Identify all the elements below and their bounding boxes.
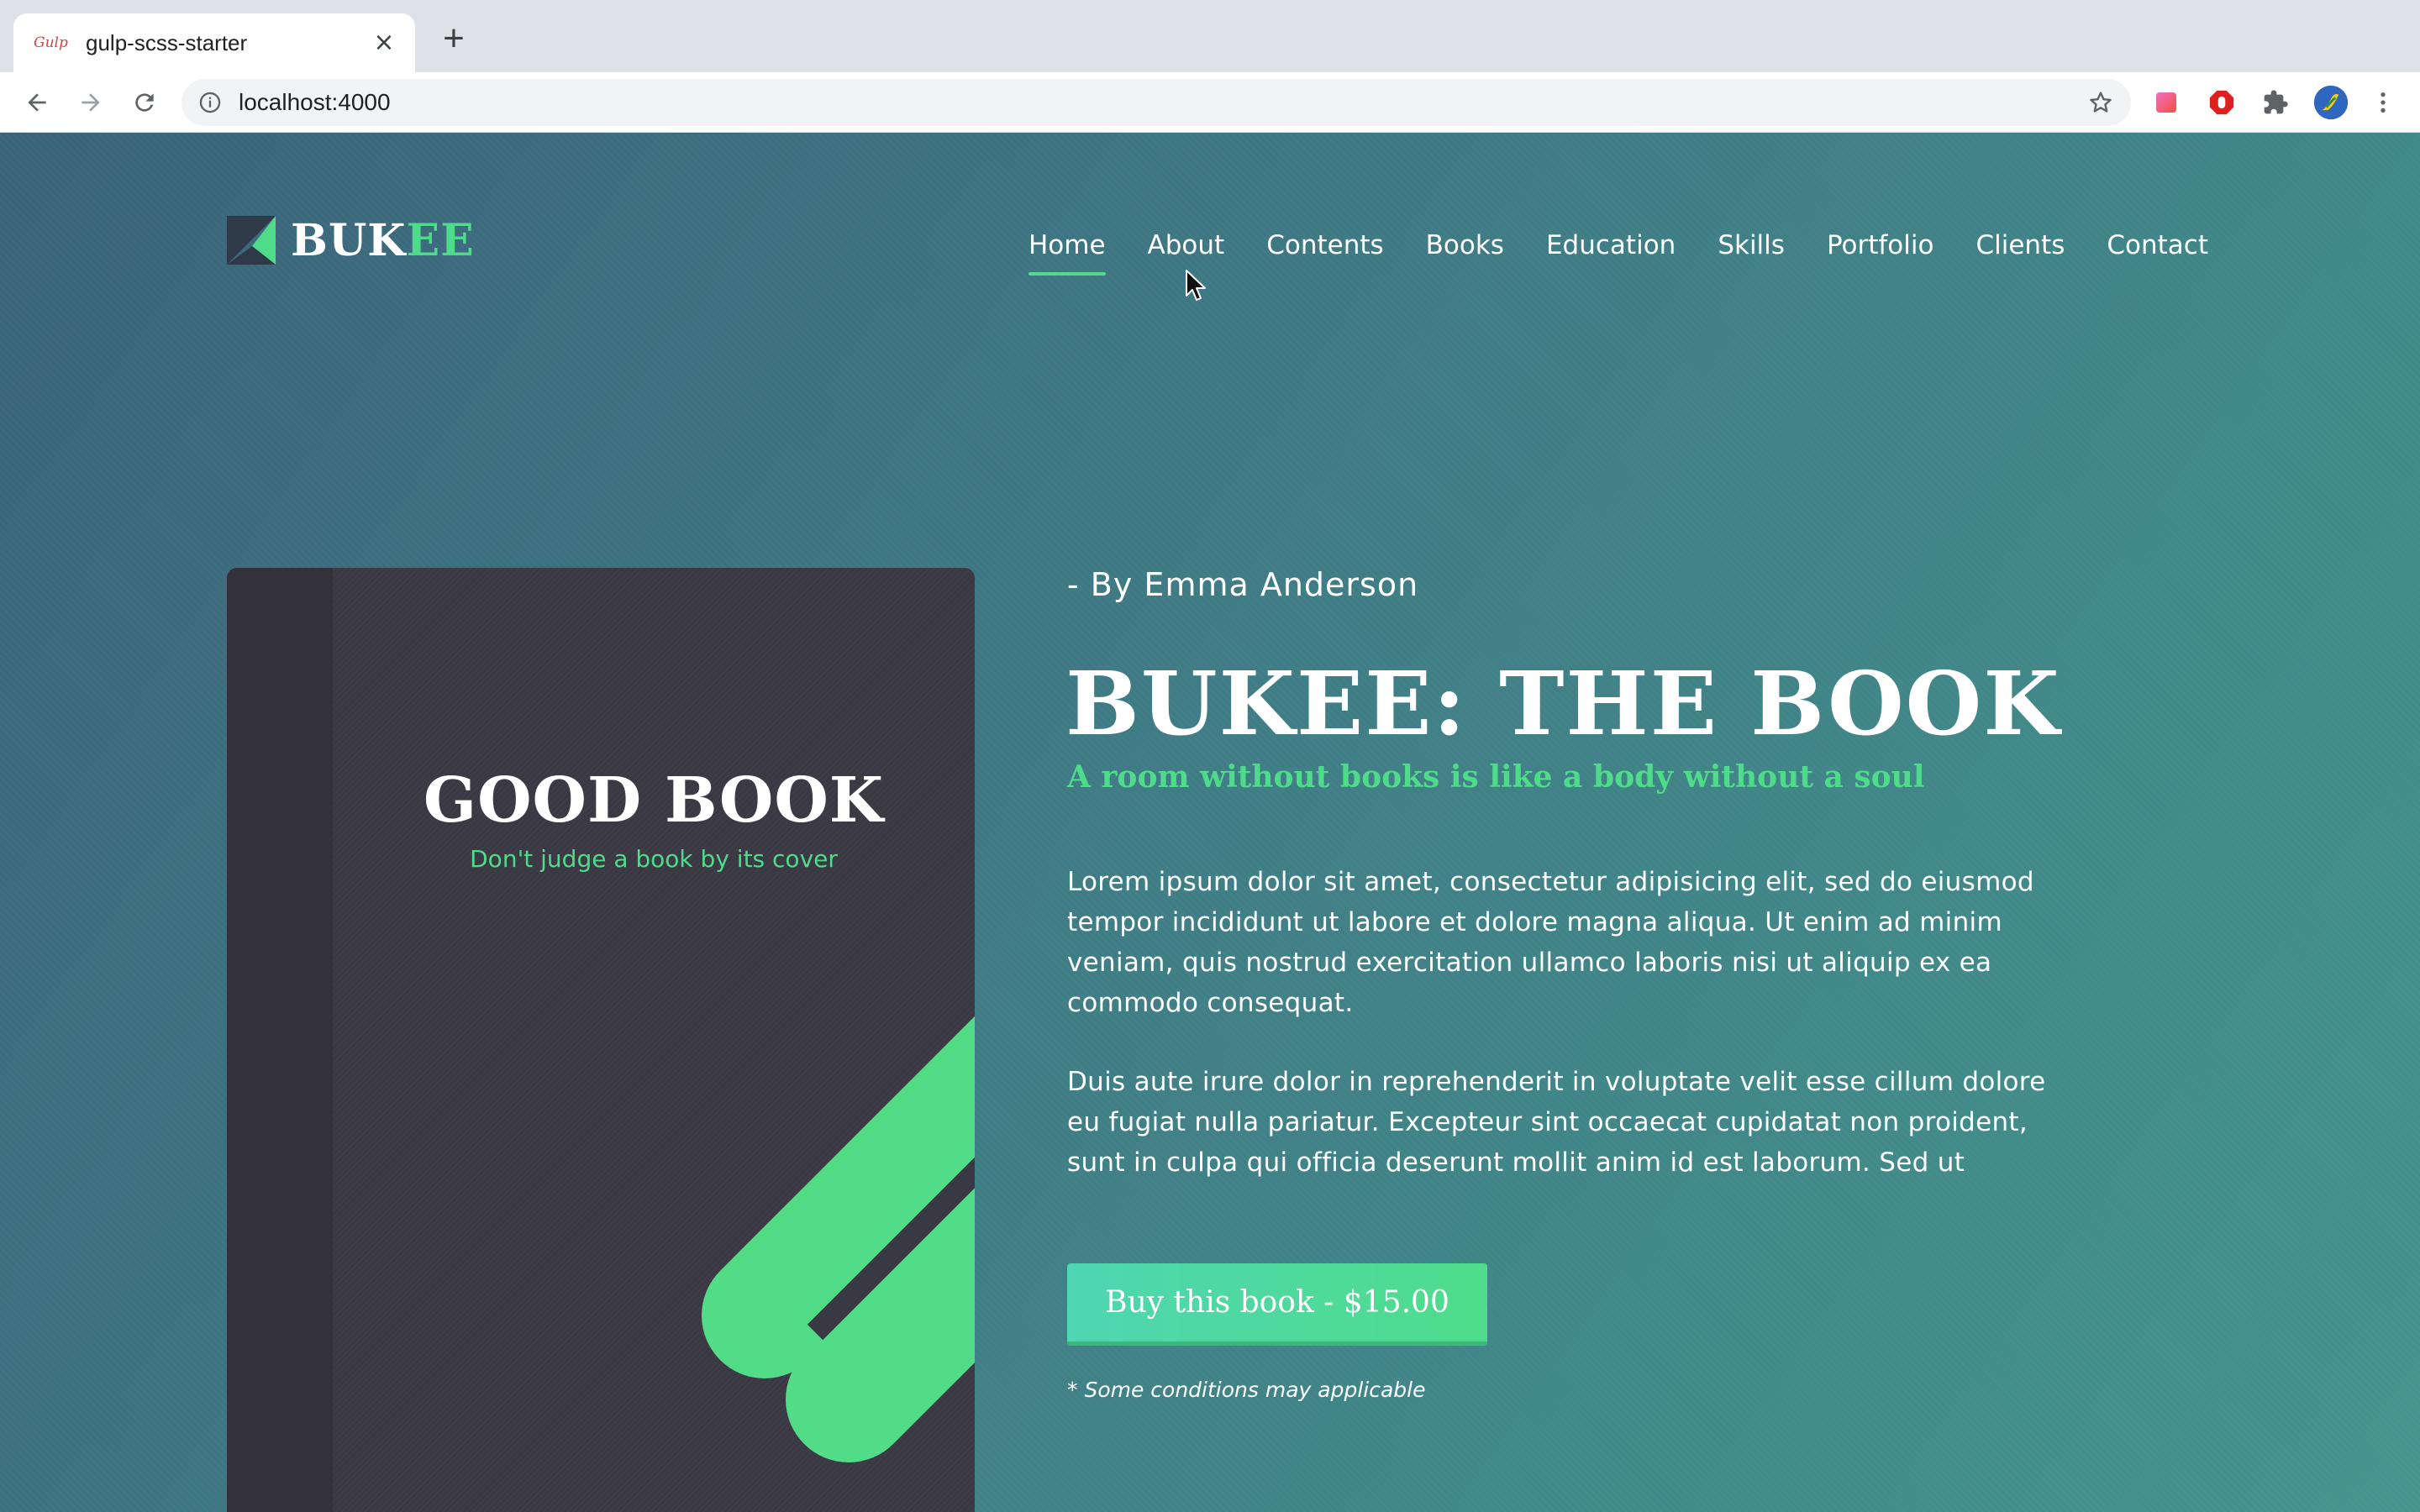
browser-tab-strip: Gulp gulp-scss-starter × + bbox=[0, 0, 2420, 72]
tab-title: gulp-scss-starter bbox=[86, 29, 248, 55]
more-vert-icon[interactable] bbox=[2368, 87, 2398, 118]
back-icon[interactable] bbox=[17, 82, 57, 123]
gulp-favicon-icon: Gulp bbox=[34, 34, 68, 51]
reload-icon[interactable] bbox=[124, 82, 165, 123]
author-byline: - By Emma Anderson bbox=[1067, 566, 1419, 603]
nav-about[interactable]: About bbox=[1148, 225, 1225, 276]
nav-contents[interactable]: Contents bbox=[1266, 225, 1383, 276]
logo-text-green: EE bbox=[406, 214, 475, 266]
description-paragraph-1: Lorem ipsum dolor sit amet, consectetur … bbox=[1067, 867, 2034, 1018]
tab-close-icon[interactable]: × bbox=[368, 27, 400, 59]
nav-portfolio[interactable]: Portfolio bbox=[1827, 225, 1934, 276]
puzzle-icon[interactable] bbox=[2260, 87, 2291, 118]
site-logo[interactable]: BUKEE bbox=[227, 215, 475, 266]
logo-text-white: BUK bbox=[291, 214, 407, 266]
buy-book-button[interactable]: Buy this book - $15.00 bbox=[1067, 1263, 1487, 1346]
hero-title: BUKEE: THE BOOK bbox=[1065, 652, 2061, 755]
book-cover-image: GOOD BOOK Don't judge a book by its cove… bbox=[227, 568, 975, 1512]
book-stripes-decoration bbox=[702, 1016, 975, 1462]
browser-tab[interactable]: Gulp gulp-scss-starter × bbox=[13, 13, 415, 72]
nav-education[interactable]: Education bbox=[1546, 225, 1676, 276]
profile-avatar[interactable] bbox=[2312, 84, 2349, 121]
forward-icon[interactable] bbox=[71, 82, 111, 123]
info-icon[interactable] bbox=[197, 89, 224, 116]
main-nav: Home About Contents Books Education Skil… bbox=[1028, 225, 2208, 276]
url-text[interactable]: localhost:4000 bbox=[239, 79, 391, 126]
address-bar[interactable]: localhost:4000 bbox=[182, 79, 2131, 126]
logo-text: BUKEE bbox=[291, 215, 475, 266]
landing-page: BUKEE Home About Contents Books Educatio… bbox=[0, 133, 2420, 1512]
hero-quote: A room without books is like a body with… bbox=[1067, 759, 1925, 795]
logo-mark-icon bbox=[227, 216, 276, 265]
nav-home[interactable]: Home bbox=[1028, 225, 1106, 276]
nav-books[interactable]: Books bbox=[1426, 225, 1504, 276]
nav-skills[interactable]: Skills bbox=[1718, 225, 1785, 276]
extension-gradient-icon[interactable] bbox=[2151, 87, 2181, 118]
new-tab-button[interactable]: + bbox=[435, 20, 472, 59]
nav-contact[interactable]: Contact bbox=[2107, 225, 2208, 276]
browser-toolbar: localhost:4000 bbox=[0, 72, 2420, 133]
description-paragraph-2: Duis aute irure dolor in reprehenderit i… bbox=[1067, 1067, 2046, 1178]
adblock-icon[interactable] bbox=[2207, 87, 2237, 118]
conditions-note: * Some conditions may applicable bbox=[1067, 1378, 1426, 1402]
star-icon[interactable] bbox=[2086, 87, 2116, 118]
mouse-cursor-icon bbox=[1186, 270, 1206, 301]
nav-clients[interactable]: Clients bbox=[1975, 225, 2065, 276]
